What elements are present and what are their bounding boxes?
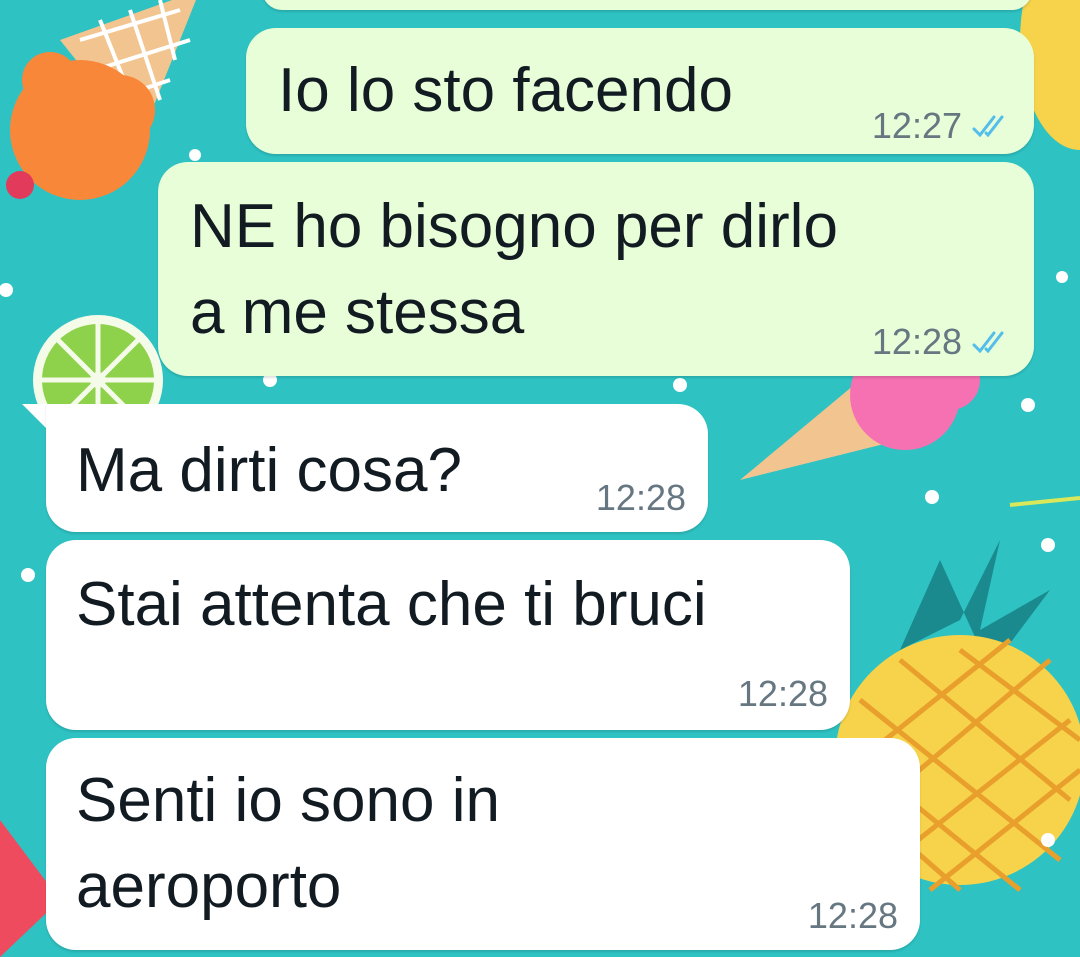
message-meta: 12:28 — [872, 322, 1010, 362]
outgoing-message[interactable]: Io lo sto facendo 12:27 — [246, 28, 1034, 154]
message-meta: 12:28 — [808, 896, 898, 936]
message-time: 12:28 — [737, 673, 828, 714]
message-text-line-1: NE ho bisogno per dirlo — [190, 192, 838, 261]
message-time: 12:27 — [871, 105, 962, 146]
message-text-line-2: a me stessa — [190, 278, 525, 347]
message-text-line-2: aeroporto — [76, 852, 342, 921]
message-time: 12:28 — [807, 895, 898, 936]
message-meta: 12:28 — [738, 674, 828, 714]
message-meta: 12:28 — [596, 478, 686, 518]
message-text: Io lo sto facendo — [278, 56, 733, 125]
incoming-message[interactable]: Stai attenta che ti bruci 12:28 — [46, 540, 850, 730]
media-message-preview[interactable] — [262, 0, 1032, 10]
incoming-message[interactable]: Ma dirti cosa? 12:28 — [46, 404, 708, 532]
message-meta: 12:27 — [872, 106, 1010, 146]
message-time: 12:28 — [595, 477, 686, 518]
message-text: Ma dirti cosa? — [76, 436, 462, 505]
message-time: 12:28 — [871, 321, 962, 362]
message-text-line-1: Senti io sono in — [76, 766, 500, 835]
double-check-icon — [972, 115, 1004, 138]
incoming-message[interactable]: Senti io sono in aeroporto 12:28 — [46, 738, 920, 950]
outgoing-message[interactable]: NE ho bisogno per dirlo a me stessa 12:2… — [158, 162, 1034, 376]
double-check-icon — [972, 331, 1004, 354]
message-text: Stai attenta che ti bruci — [76, 570, 707, 639]
